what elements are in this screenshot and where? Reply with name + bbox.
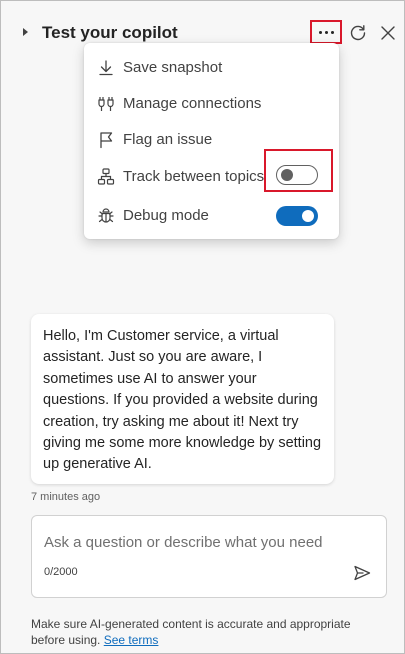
message-text: Hello, I'm Customer service, a virtual a…: [43, 328, 322, 473]
see-terms-link[interactable]: See terms: [104, 633, 159, 647]
toggle-knob: [302, 210, 314, 222]
more-options-menu: Save snapshot Manage connections Flag an…: [84, 43, 339, 239]
bug-icon: [98, 208, 114, 223]
chat-input[interactable]: [44, 530, 369, 554]
toggle-knob: [281, 168, 293, 181]
refresh-icon[interactable]: [349, 24, 367, 42]
plug-icon: [98, 97, 114, 111]
more-options-button[interactable]: [310, 20, 342, 44]
ellipsis-dot: [324, 30, 328, 34]
message-timestamp: 7 minutes ago: [31, 491, 101, 503]
ai-disclaimer: Make sure AI-generated content is accura…: [31, 616, 381, 648]
menu-item-label: Manage connections: [123, 95, 262, 112]
copilot-test-pane: Test your copilot Save snapshot Manage c…: [0, 0, 405, 654]
ellipsis-dot: [330, 30, 334, 34]
track-between-topics-toggle[interactable]: [276, 165, 318, 185]
menu-item-label: Flag an issue: [123, 131, 213, 148]
collapse-caret-icon[interactable]: [23, 28, 28, 36]
pane-title: Test your copilot: [42, 23, 178, 42]
disclaimer-text: Make sure AI-generated content is accura…: [31, 617, 351, 647]
debug-mode-toggle[interactable]: [276, 206, 318, 226]
menu-item-label: Debug mode: [123, 207, 209, 224]
send-icon[interactable]: [352, 563, 372, 583]
menu-item-label: Save snapshot: [123, 59, 223, 76]
flag-icon: [100, 132, 113, 149]
assistant-message: Hello, I'm Customer service, a virtual a…: [31, 314, 334, 484]
menu-item-label: Track between topics: [123, 168, 265, 185]
ellipsis-icon: [318, 30, 322, 34]
character-counter: 0/2000: [44, 566, 78, 578]
menu-item-manage-connections[interactable]: Manage connections: [84, 86, 339, 122]
download-icon: [99, 60, 113, 76]
topics-icon: [97, 168, 115, 185]
close-icon[interactable]: [379, 24, 397, 42]
chat-input-box: 0/2000: [31, 515, 387, 598]
menu-item-save-snapshot[interactable]: Save snapshot: [84, 50, 339, 86]
